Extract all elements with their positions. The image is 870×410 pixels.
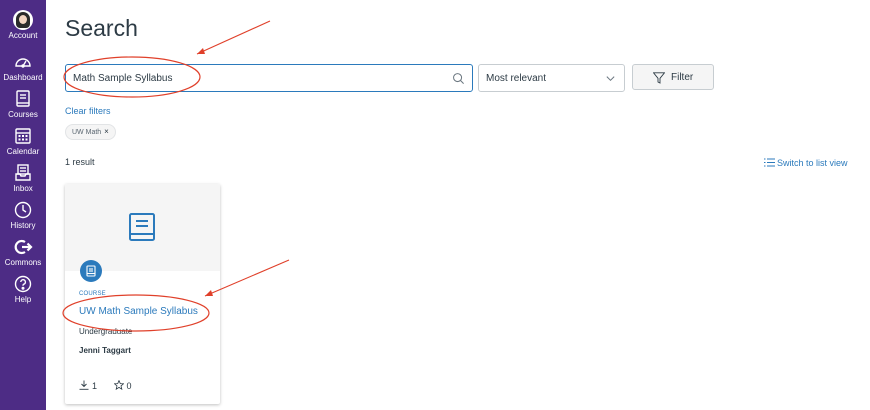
nav-history-label: History bbox=[10, 221, 36, 230]
sort-select[interactable]: Most relevant bbox=[478, 64, 625, 92]
result-count: 1 result bbox=[65, 157, 95, 167]
nav-calendar-label: Calendar bbox=[6, 147, 40, 156]
result-card[interactable]: COURSE UW Math Sample Syllabus Undergrad… bbox=[65, 184, 220, 404]
filter-button[interactable]: Filter bbox=[632, 64, 714, 90]
commons-icon bbox=[14, 239, 33, 255]
funnel-icon bbox=[653, 72, 665, 84]
page-title: Search bbox=[65, 15, 138, 41]
search-arrow bbox=[196, 20, 271, 55]
nav-inbox[interactable]: Inbox bbox=[0, 163, 46, 194]
search-box bbox=[65, 64, 473, 92]
nav-history[interactable]: History bbox=[0, 200, 46, 231]
book-icon bbox=[86, 265, 96, 277]
nav-dashboard-label: Dashboard bbox=[3, 73, 43, 82]
download-count: 1 bbox=[79, 380, 97, 391]
download-count-value: 1 bbox=[92, 381, 98, 391]
clear-filters-link[interactable]: Clear filters bbox=[65, 106, 111, 116]
search-input[interactable] bbox=[73, 70, 443, 87]
search-arrow-head bbox=[197, 48, 205, 54]
result-type: COURSE bbox=[79, 291, 106, 297]
filter-chip-label: UW Math bbox=[72, 129, 102, 136]
list-icon bbox=[764, 158, 775, 167]
question-icon bbox=[14, 275, 32, 293]
filter-chip[interactable]: UW Math × bbox=[65, 124, 116, 140]
nav-help-label: Help bbox=[14, 295, 32, 304]
star-icon bbox=[113, 379, 125, 391]
nav-dashboard[interactable]: Dashboard bbox=[0, 52, 46, 83]
nav-commons[interactable]: Commons bbox=[0, 237, 46, 268]
clock-icon bbox=[14, 201, 32, 219]
nav-commons-label: Commons bbox=[4, 258, 42, 267]
nav-account[interactable]: Account bbox=[0, 10, 46, 41]
nav-calendar[interactable]: Calendar bbox=[0, 126, 46, 157]
book-icon bbox=[16, 90, 30, 107]
inbox-icon bbox=[15, 164, 31, 181]
close-icon[interactable]: × bbox=[104, 127, 109, 136]
result-title-link[interactable]: UW Math Sample Syllabus bbox=[79, 306, 198, 317]
switch-view-label: Switch to list view bbox=[777, 158, 848, 168]
calendar-icon bbox=[15, 128, 31, 144]
global-nav: Account Dashboard Courses Calendar Inbox… bbox=[0, 0, 46, 410]
nav-help[interactable]: Help bbox=[0, 274, 46, 305]
chevron-down-icon bbox=[606, 76, 615, 82]
nav-account-label: Account bbox=[8, 31, 38, 40]
nav-inbox-label: Inbox bbox=[13, 184, 33, 193]
dashboard-icon bbox=[15, 58, 31, 68]
card-thumbnail bbox=[65, 184, 220, 271]
favorite-count: 0 bbox=[113, 379, 132, 391]
avatar bbox=[13, 10, 33, 30]
nav-courses[interactable]: Courses bbox=[0, 89, 46, 120]
search-icon[interactable] bbox=[452, 72, 465, 85]
switch-view-link[interactable]: Switch to list view bbox=[764, 158, 848, 168]
sort-selected-value: Most relevant bbox=[486, 73, 547, 84]
course-type-badge bbox=[80, 260, 102, 282]
download-icon bbox=[79, 380, 89, 390]
result-level: Undergraduate bbox=[79, 327, 133, 336]
book-icon bbox=[129, 213, 155, 241]
filter-button-label: Filter bbox=[671, 72, 694, 83]
favorite-count-value: 0 bbox=[126, 381, 132, 391]
result-stats: 1 0 bbox=[79, 379, 146, 391]
app-root: Account Dashboard Courses Calendar Inbox… bbox=[0, 0, 870, 410]
nav-courses-label: Courses bbox=[8, 110, 38, 119]
result-author: Jenni Taggart bbox=[79, 346, 131, 355]
